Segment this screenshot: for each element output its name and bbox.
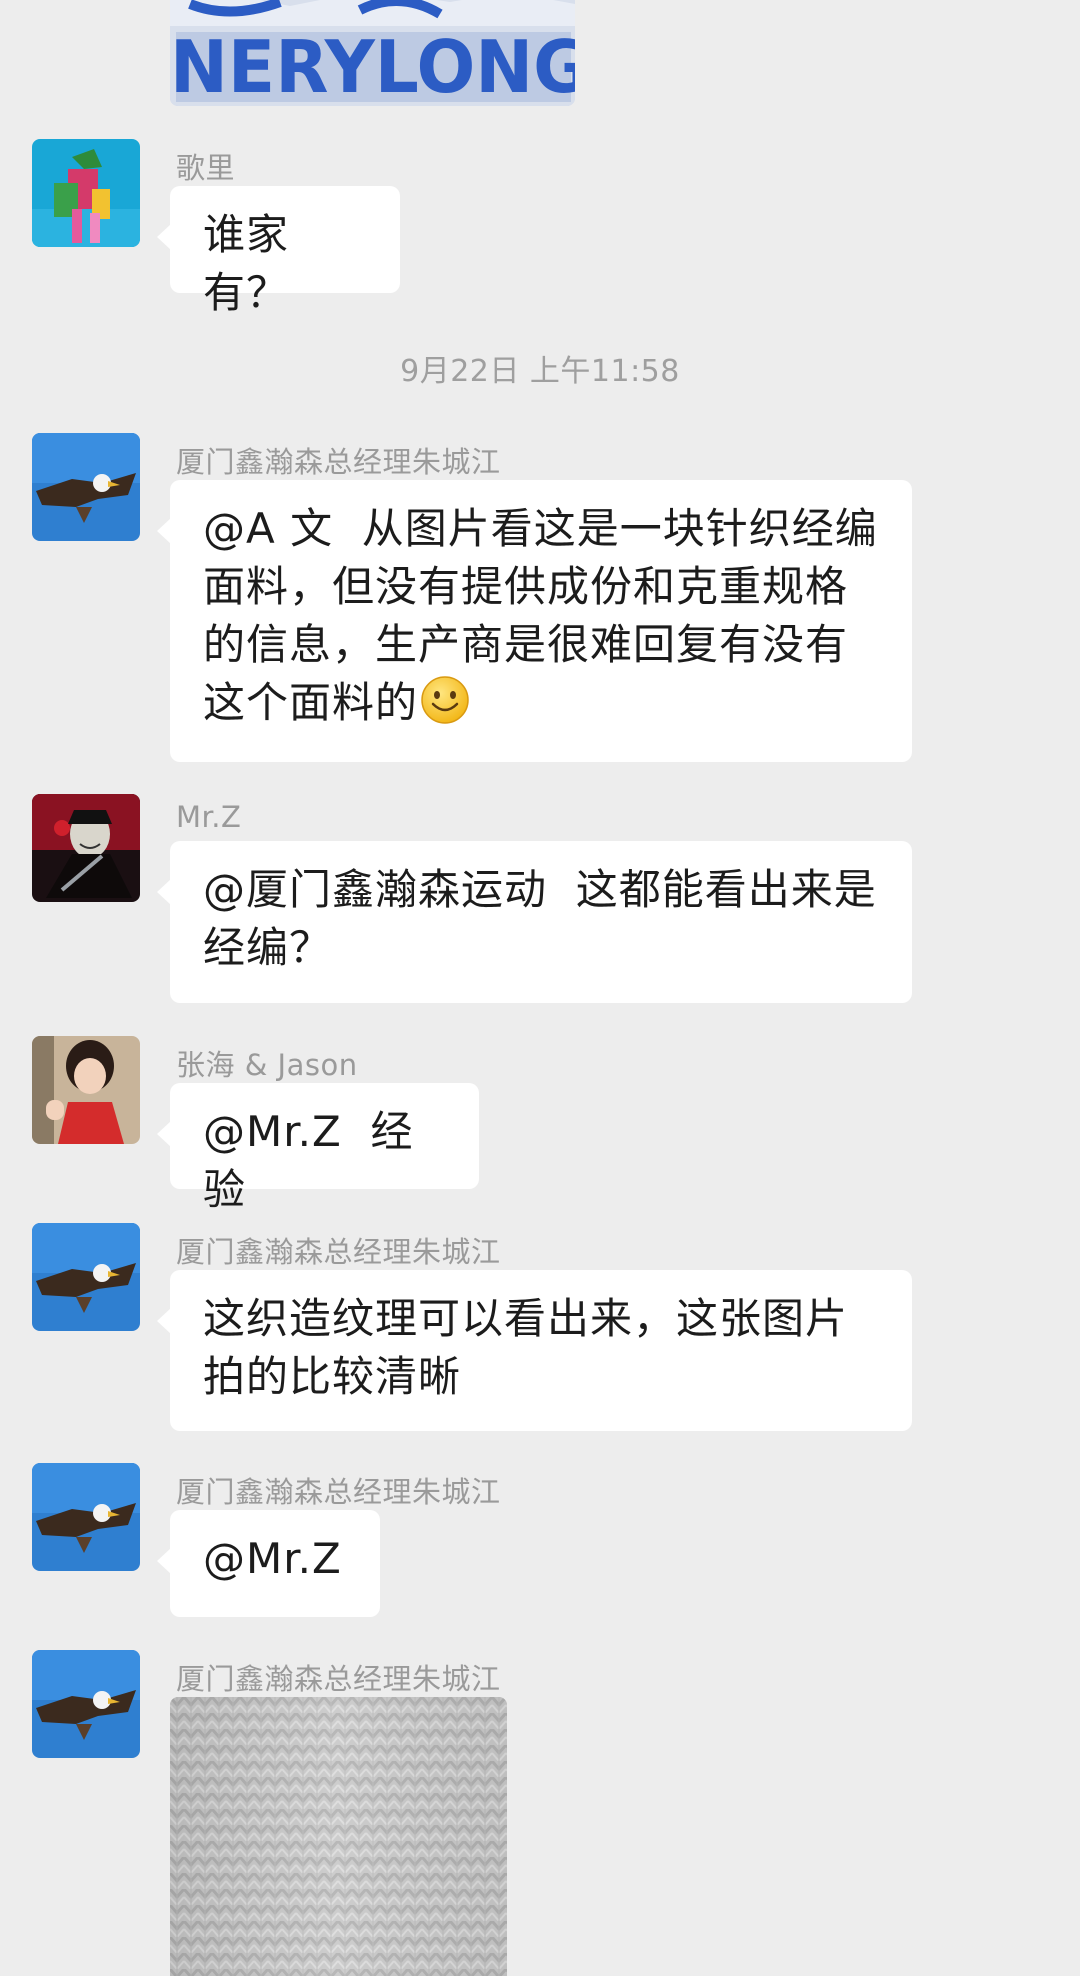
sender-name: 厦门鑫瀚森总经理朱城江 bbox=[176, 1475, 501, 1509]
sender-name: 歌里 bbox=[176, 151, 236, 185]
message-text: @Mr.Z bbox=[203, 1534, 342, 1583]
fabric-label-text: NERYLONG bbox=[170, 25, 575, 106]
sender-name: 厦门鑫瀚森总经理朱城江 bbox=[176, 1662, 501, 1696]
message-bubble[interactable]: @Mr.Z bbox=[157, 1510, 380, 1617]
message-bubble[interactable]: 这织造纹理可以看出来，这张图片拍的比较清晰 bbox=[157, 1270, 912, 1431]
sender-name: 张海 & Jason bbox=[176, 1048, 358, 1082]
sender-name: 厦门鑫瀚森总经理朱城江 bbox=[176, 445, 501, 479]
message-text: @A 文 从图片看这是一块针织经编面料，但没有提供成份和克重规格的信息，生产商是… bbox=[203, 504, 878, 727]
smile-emoji-icon bbox=[421, 676, 469, 724]
message-bubble[interactable]: 谁家有？ bbox=[157, 186, 400, 317]
avatar[interactable] bbox=[32, 794, 140, 902]
avatar[interactable] bbox=[32, 1036, 140, 1144]
fabric-label-image[interactable]: NERYLONG bbox=[170, 0, 575, 106]
avatar[interactable] bbox=[32, 1223, 140, 1331]
knit-fabric-photo[interactable] bbox=[170, 1697, 507, 1976]
avatar[interactable] bbox=[32, 139, 140, 247]
avatar[interactable] bbox=[32, 1463, 140, 1571]
sender-name: 厦门鑫瀚森总经理朱城江 bbox=[176, 1235, 501, 1269]
chat-screen: NERYLONG 歌里 谁家有？ 9月22日 上午11:58 厦门鑫瀚森总经理朱… bbox=[0, 0, 1080, 1976]
chat-timestamp: 9月22日 上午11:58 bbox=[400, 354, 680, 389]
message-bubble[interactable]: @厦门鑫瀚森运动 这都能看出来是经编？ bbox=[157, 841, 912, 1003]
avatar[interactable] bbox=[32, 1650, 140, 1758]
message-text: 这织造纹理可以看出来，这张图片拍的比较清晰 bbox=[203, 1294, 849, 1401]
message-bubble[interactable]: @A 文 从图片看这是一块针织经编面料，但没有提供成份和克重规格的信息，生产商是… bbox=[157, 480, 912, 762]
message-bubble[interactable]: @Mr.Z 经验 bbox=[157, 1083, 479, 1214]
message-text: @Mr.Z 经验 bbox=[203, 1107, 414, 1214]
sender-name: Mr.Z bbox=[176, 800, 242, 834]
message-text: @厦门鑫瀚森运动 这都能看出来是经编？ bbox=[203, 865, 877, 972]
message-text: 谁家有？ bbox=[203, 210, 290, 317]
avatar[interactable] bbox=[32, 433, 140, 541]
